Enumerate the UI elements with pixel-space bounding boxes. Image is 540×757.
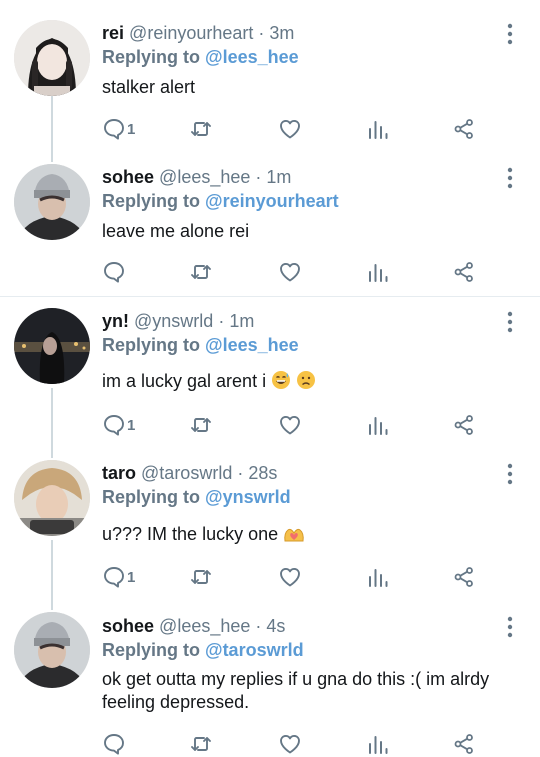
tweet-text: ok get outta my replies if u gna do this… bbox=[102, 669, 490, 712]
replying-to-handle[interactable]: @taroswrld bbox=[205, 640, 304, 660]
avatar-image bbox=[14, 612, 90, 688]
more-icon[interactable] bbox=[498, 615, 522, 639]
comment-icon bbox=[104, 734, 124, 755]
handle[interactable]: @lees_hee bbox=[159, 616, 250, 636]
replying-to: Replying to @taroswrld bbox=[102, 639, 304, 661]
retweet-button[interactable] bbox=[189, 731, 213, 757]
share-button[interactable] bbox=[452, 731, 476, 757]
comment-button[interactable] bbox=[102, 731, 127, 757]
retweet-icon bbox=[191, 737, 211, 751]
analytics-button[interactable] bbox=[366, 731, 390, 757]
like-icon bbox=[280, 734, 300, 754]
separator: · bbox=[255, 616, 262, 636]
display-name[interactable]: sohee bbox=[102, 616, 154, 636]
timestamp[interactable]: 4s bbox=[266, 616, 285, 636]
avatar[interactable] bbox=[14, 612, 90, 688]
action-bar bbox=[102, 731, 502, 757]
replying-to-label: Replying to bbox=[102, 640, 200, 660]
tweet-header: sohee @lees_hee · 4s bbox=[102, 615, 285, 637]
tweet[interactable]: sohee @lees_hee · 4s Replying to @tarosw… bbox=[0, 0, 540, 756]
like-button[interactable] bbox=[278, 731, 302, 757]
analytics-icon bbox=[369, 736, 388, 754]
share-icon bbox=[454, 734, 473, 754]
